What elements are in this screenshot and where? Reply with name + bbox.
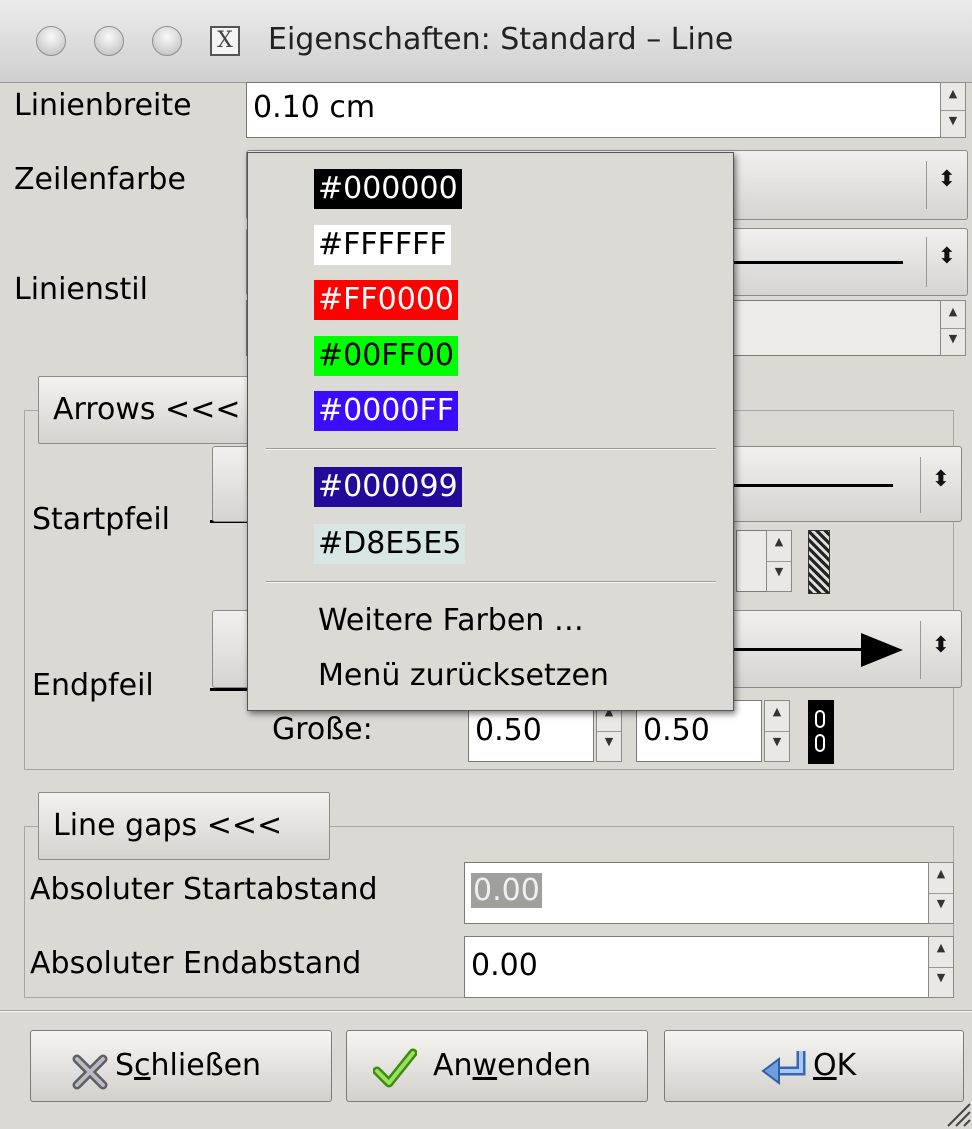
start-gap-label: Absoluter Startabstand xyxy=(30,872,378,907)
minimize-window-button[interactable] xyxy=(94,26,124,56)
combo-arrow-icon: ⬍ xyxy=(937,244,957,269)
linienstil-spinner[interactable]: ▲ ▼ xyxy=(940,300,966,356)
apply-button[interactable]: Anwenden xyxy=(346,1030,648,1102)
color-item-recent-navy[interactable]: #000099 xyxy=(314,467,462,507)
startpfeil-label: Startpfeil xyxy=(32,502,171,537)
close-x-icon xyxy=(71,1047,109,1090)
resize-grip-icon[interactable] xyxy=(940,1090,972,1129)
combo-arrow-icon: ⬍ xyxy=(937,167,957,192)
title-bar: X Eigenschaften: Standard – Line xyxy=(0,0,972,83)
window-title: Eigenschaften: Standard – Line xyxy=(268,22,734,57)
return-arrow-icon xyxy=(759,1045,809,1087)
end-gap-input[interactable]: 0.00 xyxy=(464,936,930,998)
button-divider xyxy=(0,1010,972,1012)
reset-menu-item[interactable]: Menü zurücksetzen xyxy=(314,656,613,696)
close-window-button[interactable] xyxy=(36,26,66,56)
menu-separator xyxy=(266,581,716,583)
chain-link-icon[interactable] xyxy=(808,530,830,594)
combo-arrow-icon: ⬍ xyxy=(931,633,951,658)
zeilenfarbe-label: Zeilenfarbe xyxy=(14,162,186,197)
color-dropdown-menu: #000000 #FFFFFF #FF0000 #00FF00 #0000FF … xyxy=(247,152,734,711)
color-item-recent-light[interactable]: #D8E5E5 xyxy=(314,524,466,564)
combo-arrow-icon: ⬍ xyxy=(931,467,951,492)
more-colors-item[interactable]: Weitere Farben … xyxy=(314,601,588,641)
linienbreite-label: Linienbreite xyxy=(14,88,192,123)
arrowhead-icon xyxy=(861,633,903,667)
end-gap-spinner[interactable]: ▲ ▼ xyxy=(928,936,954,998)
color-item-white[interactable]: #FFFFFF xyxy=(314,225,451,265)
end-arrow-line xyxy=(733,648,863,651)
x11-icon: X xyxy=(210,26,240,56)
start-gap-spinner[interactable]: ▲ ▼ xyxy=(928,862,954,924)
linienstil-label: Linienstil xyxy=(14,272,148,307)
end-gap-label: Absoluter Endabstand xyxy=(30,946,362,981)
zoom-window-button[interactable] xyxy=(152,26,182,56)
color-item-green[interactable]: #00FF00 xyxy=(314,336,458,376)
linienbreite-input[interactable]: 0.10 cm xyxy=(246,82,942,138)
apply-button-label: Anwenden xyxy=(433,1048,592,1083)
chain-link-icon[interactable] xyxy=(808,700,834,764)
start-gap-value: 0.00 xyxy=(471,873,542,908)
linienbreite-spinner[interactable]: ▲ ▼ xyxy=(940,82,966,138)
color-item-black[interactable]: #000000 xyxy=(314,169,462,209)
grosse-label: Große: xyxy=(272,712,373,747)
checkmark-icon xyxy=(372,1045,418,1088)
grosse-spinner-2[interactable]: ▲ ▼ xyxy=(764,700,790,762)
ok-button-label: OK xyxy=(813,1048,857,1083)
properties-window: X Eigenschaften: Standard – Line Linienb… xyxy=(0,0,972,1129)
endpfeil-label: Endpfeil xyxy=(32,668,154,703)
start-size-input[interactable] xyxy=(736,530,768,592)
line-gaps-toggle-button[interactable]: Line gaps <<< xyxy=(38,792,330,860)
menu-separator xyxy=(266,448,716,450)
close-button[interactable]: Schließen xyxy=(30,1030,332,1102)
start-arrow-preview xyxy=(733,484,893,487)
line-style-preview xyxy=(727,261,903,264)
close-button-label: Schließen xyxy=(115,1048,262,1083)
endpfeil-connector xyxy=(210,688,250,691)
color-item-blue[interactable]: #0000FF xyxy=(314,391,458,431)
start-size-spinner[interactable]: ▲ ▼ xyxy=(766,530,792,592)
start-gap-input[interactable]: 0.00 xyxy=(464,862,930,924)
ok-button[interactable]: OK xyxy=(664,1030,964,1102)
color-item-red[interactable]: #FF0000 xyxy=(314,280,458,320)
